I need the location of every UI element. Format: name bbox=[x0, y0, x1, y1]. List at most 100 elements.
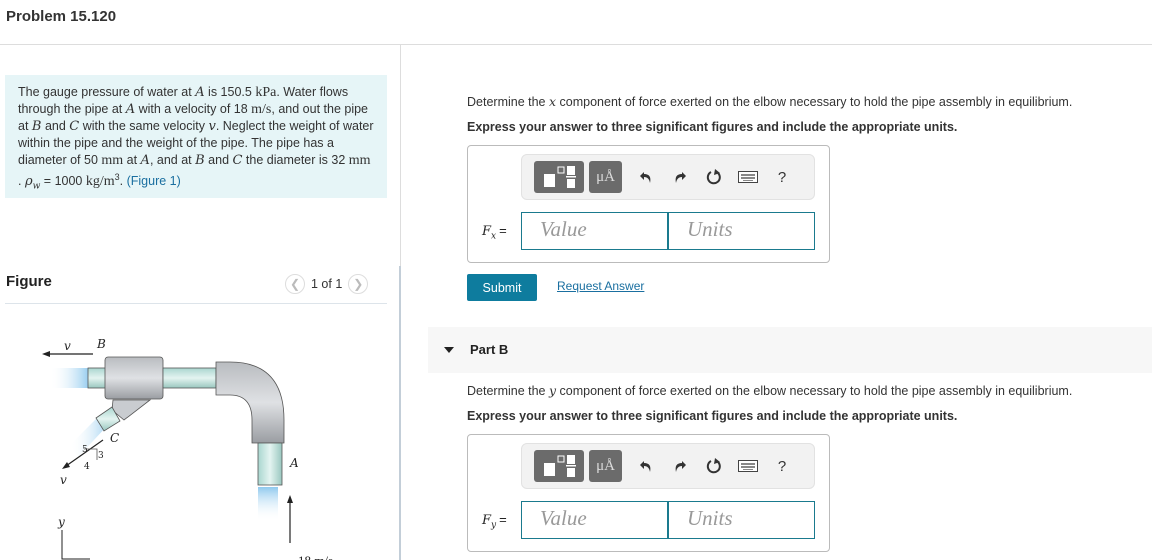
templates-button[interactable] bbox=[534, 450, 584, 482]
request-answer-link[interactable]: Request Answer bbox=[557, 279, 644, 293]
text-run: , and at bbox=[149, 153, 196, 167]
text-run: = 1000 bbox=[40, 174, 86, 189]
units-button[interactable]: μÅ bbox=[589, 450, 622, 482]
label-slope-4: 4 bbox=[84, 462, 90, 472]
equals-sign: = bbox=[499, 223, 507, 238]
text-run: with the same velocity bbox=[79, 119, 209, 133]
question-text: component of force exerted on the elbow … bbox=[556, 384, 1073, 398]
water-jet-a bbox=[258, 487, 278, 521]
figure-link[interactable]: (Figure 1) bbox=[127, 174, 181, 188]
help-button[interactable]: ? bbox=[767, 458, 797, 475]
text-run: The gauge pressure of water at bbox=[18, 85, 196, 99]
page-title: Problem 15.120 bbox=[6, 8, 117, 25]
question-variable: x bbox=[548, 94, 557, 109]
reset-icon bbox=[706, 169, 721, 185]
text-run: at bbox=[123, 153, 141, 167]
redo-button[interactable] bbox=[665, 459, 695, 473]
undo-button[interactable] bbox=[631, 459, 661, 473]
reset-button[interactable] bbox=[699, 458, 729, 474]
label-b: B bbox=[96, 337, 106, 351]
part-b-answer-box: μÅ ? Fy = Value Units bbox=[467, 434, 830, 552]
unit: m/s bbox=[251, 102, 272, 117]
pipe-assembly-figure: v B C 5 3 4 v A 18 m/s y bbox=[42, 337, 333, 560]
unit: kPa bbox=[255, 85, 277, 100]
label-speed: 18 m/s bbox=[298, 553, 333, 560]
var-symbol: F bbox=[482, 513, 492, 528]
undo-icon bbox=[640, 172, 651, 183]
var-subscript: y bbox=[491, 520, 497, 531]
part-b-instruction: Express your answer to three significant… bbox=[467, 409, 958, 423]
part-b-question: Determine the y component of force exert… bbox=[467, 383, 1072, 398]
figure-divider bbox=[5, 303, 387, 304]
label-a: A bbox=[289, 456, 299, 470]
text-run: . bbox=[119, 174, 127, 189]
math-symbol: ρ bbox=[24, 174, 33, 190]
elbow bbox=[215, 361, 285, 444]
math-symbol: A bbox=[195, 85, 205, 100]
units-button[interactable]: μÅ bbox=[589, 161, 622, 193]
units-input[interactable]: Units bbox=[668, 212, 815, 250]
question-text: component of force exerted on the elbow … bbox=[556, 95, 1073, 109]
text-run: and bbox=[204, 153, 233, 167]
question-text: Determine the bbox=[467, 384, 549, 398]
keyboard-icon bbox=[738, 171, 758, 183]
collapse-triangle-icon bbox=[444, 347, 454, 353]
undo-button[interactable] bbox=[631, 170, 661, 184]
label-slope-3: 3 bbox=[98, 451, 104, 461]
templates-icon bbox=[544, 455, 576, 477]
math-symbol: C bbox=[232, 153, 243, 168]
label-axis-y: y bbox=[57, 515, 65, 529]
question-text: Determine the bbox=[467, 95, 549, 109]
units-icon: μÅ bbox=[596, 457, 615, 474]
chevron-left-icon: ❮ bbox=[289, 277, 301, 291]
text-run: with a velocity of 18 bbox=[135, 102, 252, 116]
problem-statement: The gauge pressure of water at A is 150.… bbox=[5, 75, 387, 198]
pipe-horizontal bbox=[162, 367, 217, 389]
part-a-instruction: Express your answer to three significant… bbox=[467, 120, 958, 134]
variable-label: Fy = bbox=[482, 512, 507, 531]
redo-icon bbox=[675, 172, 686, 183]
math-symbol: C bbox=[69, 119, 80, 134]
label-v-c: v bbox=[60, 473, 67, 487]
text-run: and bbox=[41, 119, 70, 133]
part-b-title: Part B bbox=[470, 342, 509, 357]
help-button[interactable]: ? bbox=[767, 169, 797, 186]
part-b-header[interactable]: Part B bbox=[428, 327, 1152, 373]
reset-icon bbox=[706, 458, 721, 474]
redo-icon bbox=[675, 461, 686, 472]
equals-sign: = bbox=[499, 512, 507, 527]
variable-label: Fx = bbox=[482, 223, 507, 242]
units-input[interactable]: Units bbox=[668, 501, 815, 539]
unit: kg/m bbox=[85, 174, 115, 190]
axes-icon bbox=[61, 530, 90, 560]
figure-page-count: 1 of 1 bbox=[311, 277, 343, 291]
pipe-a bbox=[257, 442, 283, 486]
chevron-right-icon: ❯ bbox=[353, 277, 364, 291]
value-input[interactable]: Value bbox=[521, 501, 668, 539]
next-figure-button[interactable]: ❯ bbox=[348, 274, 369, 294]
text-run: is 150.5 bbox=[204, 85, 256, 99]
submit-button[interactable]: Submit bbox=[467, 274, 537, 301]
reset-button[interactable] bbox=[699, 169, 729, 185]
undo-icon bbox=[640, 461, 651, 472]
problem-text: The gauge pressure of water at A is 150.… bbox=[18, 85, 374, 192]
keyboard-button[interactable] bbox=[733, 460, 763, 472]
prev-figure-button[interactable]: ❮ bbox=[285, 274, 305, 294]
label-c: C bbox=[110, 431, 119, 445]
keyboard-icon bbox=[738, 460, 758, 472]
unit: mm bbox=[101, 153, 124, 168]
part-a-question: Determine the x component of force exert… bbox=[467, 94, 1072, 109]
figure-pager: ❮ 1 of 1 ❯ bbox=[285, 273, 369, 295]
var-subscript: x bbox=[491, 231, 497, 242]
left-panel: The gauge pressure of water at A is 150.… bbox=[0, 45, 400, 560]
help-icon: ? bbox=[777, 457, 787, 475]
part-a-answer-box: μÅ ? Fx = Value Units bbox=[467, 145, 830, 263]
math-toolbar: μÅ ? bbox=[521, 154, 815, 200]
keyboard-button[interactable] bbox=[733, 171, 763, 183]
value-input[interactable]: Value bbox=[521, 212, 668, 250]
page-header: Problem 15.120 bbox=[0, 0, 1152, 45]
redo-button[interactable] bbox=[665, 170, 695, 184]
arrowhead-b bbox=[42, 351, 50, 357]
templates-button[interactable] bbox=[534, 161, 584, 193]
arrowhead-c bbox=[62, 462, 70, 469]
